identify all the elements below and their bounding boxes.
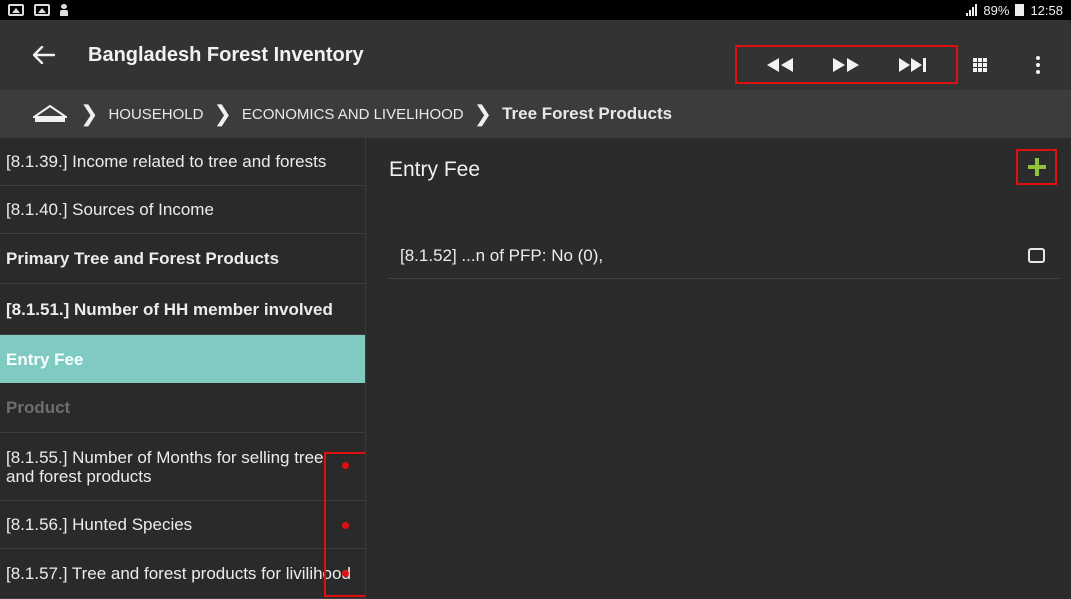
grid-view-button[interactable] [965, 50, 995, 80]
more-vert-icon [1036, 56, 1040, 60]
plus-icon [1027, 158, 1046, 176]
clock: 12:58 [1030, 2, 1063, 18]
sidebar-item-sources-of-income[interactable]: [8.1.40.] Sources of Income [0, 186, 365, 234]
sidebar-item-label: Entry Fee [6, 349, 84, 369]
grid-icon [973, 58, 987, 72]
sidebar-item-label: [8.1.56.] Hunted Species [6, 515, 193, 534]
sidebar-item-months-selling[interactable]: [8.1.55.] Number of Months for selling t… [0, 433, 365, 501]
home-icon [33, 105, 67, 122]
list-item[interactable]: [8.1.52] ...n of PFP: No (0), [388, 234, 1059, 279]
sidebar-item-hunted-species[interactable]: [8.1.56.] Hunted Species [0, 501, 365, 549]
add-entry-button[interactable] [1016, 149, 1057, 185]
entry-label: [8.1.52] ...n of PFP: No (0), [400, 246, 604, 265]
image-icon [8, 4, 24, 16]
breadcrumb-economics[interactable]: ECONOMICS AND LIVELIHOOD [242, 106, 464, 123]
app-title: Bangladesh Forest Inventory [88, 43, 364, 66]
previous-button[interactable] [760, 50, 800, 80]
battery-icon [1015, 4, 1025, 16]
back-button[interactable] [16, 20, 72, 90]
breadcrumb: ❯ HOUSEHOLD ❯ ECONOMICS AND LIVELIHOOD ❯… [0, 90, 1071, 138]
sidebar-item-label: [8.1.39.] Income related to tree and for… [6, 152, 327, 171]
sidebar-item-label: [8.1.57.] Tree and forest products for l… [6, 564, 351, 583]
chevron-right-icon: ❯ [80, 101, 99, 126]
last-button[interactable] [893, 50, 933, 80]
highlight-box [324, 452, 365, 597]
next-button[interactable] [826, 50, 866, 80]
entry-checkbox[interactable] [1028, 248, 1045, 263]
more-options-button[interactable] [1028, 50, 1048, 80]
status-bar: 89% 12:58 [0, 0, 1071, 20]
signal-icon [966, 4, 978, 16]
home-button[interactable] [30, 99, 70, 129]
sidebar-item-label: Product [6, 398, 71, 417]
navigation-controls [735, 45, 958, 84]
sidebar-item-income-related[interactable]: [8.1.39.] Income related to tree and for… [0, 138, 365, 186]
gallery-icon [34, 4, 50, 16]
chevron-right-icon: ❯ [213, 101, 232, 126]
sidebar-item-label: [8.1.51.] Number of HH member involved [6, 299, 333, 319]
person-icon [60, 4, 68, 16]
chevron-right-icon: ❯ [473, 101, 493, 126]
main-panel: Entry Fee [8.1.52] ...n of PFP: No (0), [367, 138, 1071, 599]
sidebar: [8.1.39.] Income related to tree and for… [0, 138, 366, 599]
sidebar-item-product: Product [0, 383, 365, 433]
sidebar-item-label: Primary Tree and Forest Products [6, 249, 280, 268]
sidebar-item-entry-fee[interactable]: Entry Fee [0, 335, 365, 383]
sidebar-item-label: [8.1.55.] Number of Months for selling t… [6, 447, 324, 486]
sidebar-item-livelihood-products[interactable]: [8.1.57.] Tree and forest products for l… [0, 549, 365, 599]
sidebar-item-primary-products[interactable]: Primary Tree and Forest Products [0, 234, 365, 284]
battery-percent: 89% [983, 2, 1010, 18]
app-bar: Bangladesh Forest Inventory [0, 20, 1071, 90]
back-arrow-icon [33, 46, 55, 64]
breadcrumb-current: Tree Forest Products [502, 104, 673, 123]
sidebar-item-label: [8.1.40.] Sources of Income [6, 200, 214, 219]
rewind-icon [767, 57, 794, 72]
sidebar-item-hh-members[interactable]: [8.1.51.] Number of HH member involved [0, 284, 365, 335]
fast-forward-icon [833, 57, 860, 72]
section-title: Entry Fee [389, 158, 481, 181]
skip-to-end-icon [898, 57, 926, 72]
breadcrumb-household[interactable]: HOUSEHOLD [108, 106, 203, 123]
